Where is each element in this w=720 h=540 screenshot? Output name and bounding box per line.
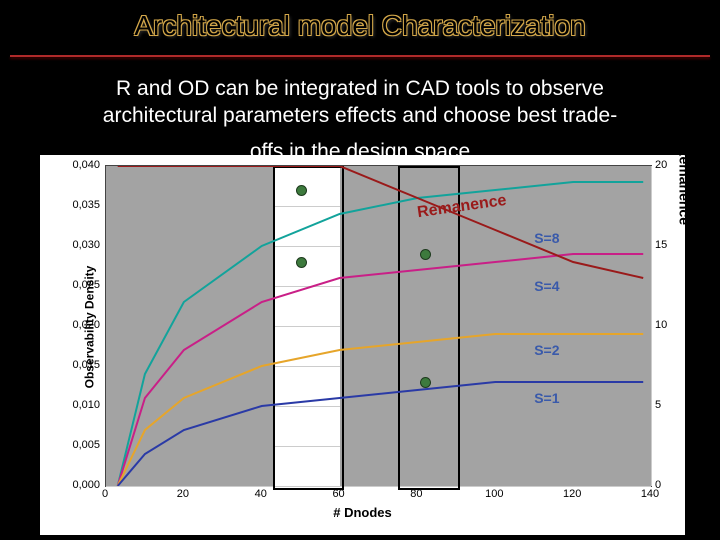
y-tick-label: 0,020: [45, 319, 100, 331]
x-tick-label: 60: [324, 488, 354, 500]
slide-title: Architectural model Characterization: [0, 10, 720, 42]
y-tick-label: 0,015: [45, 359, 100, 371]
y2-tick-label: 20: [655, 159, 685, 171]
chart-container: S=8S=4S=2S=1Remanence Observability Dens…: [40, 155, 685, 535]
marker-dot: [296, 257, 307, 268]
title-divider: [10, 55, 710, 57]
series-line: [118, 334, 644, 486]
slide-subtitle: R and OD can be integrated in CAD tools …: [30, 75, 690, 157]
y2-tick-label: 15: [655, 239, 685, 251]
marker-dot: [296, 185, 307, 196]
grid-line-h: [106, 486, 651, 487]
series-line: [118, 254, 644, 486]
series-label: S=4: [534, 278, 559, 294]
y-tick-label: 0,010: [45, 399, 100, 411]
y2-tick-label: 10: [655, 319, 685, 331]
x-tick-label: 80: [401, 488, 431, 500]
curves-svg: [106, 166, 651, 486]
y-tick-label: 0,030: [45, 239, 100, 251]
x-tick-label: 0: [90, 488, 120, 500]
y2-tick-label: 0: [655, 479, 685, 491]
y-tick-label: 0,035: [45, 199, 100, 211]
x-tick-label: 120: [557, 488, 587, 500]
x-axis-label: # Dnodes: [40, 505, 685, 520]
y2-tick-label: 5: [655, 399, 685, 411]
series-label: S=2: [534, 342, 559, 358]
y-tick-label: 0,005: [45, 439, 100, 451]
y-tick-label: 0,040: [45, 159, 100, 171]
x-tick-label: 40: [246, 488, 276, 500]
x-tick-label: 100: [479, 488, 509, 500]
y-tick-label: 0,025: [45, 279, 100, 291]
plot-area: S=8S=4S=2S=1Remanence: [105, 165, 652, 487]
subtitle-line-1: R and OD can be integrated in CAD tools …: [116, 77, 604, 100]
x-tick-label: 20: [168, 488, 198, 500]
subtitle-line-2: architectural parameters effects and cho…: [103, 104, 617, 127]
series-line: [118, 382, 644, 486]
grid-line-v: [651, 166, 652, 486]
series-label: S=8: [534, 230, 559, 246]
series-label: S=1: [534, 390, 559, 406]
